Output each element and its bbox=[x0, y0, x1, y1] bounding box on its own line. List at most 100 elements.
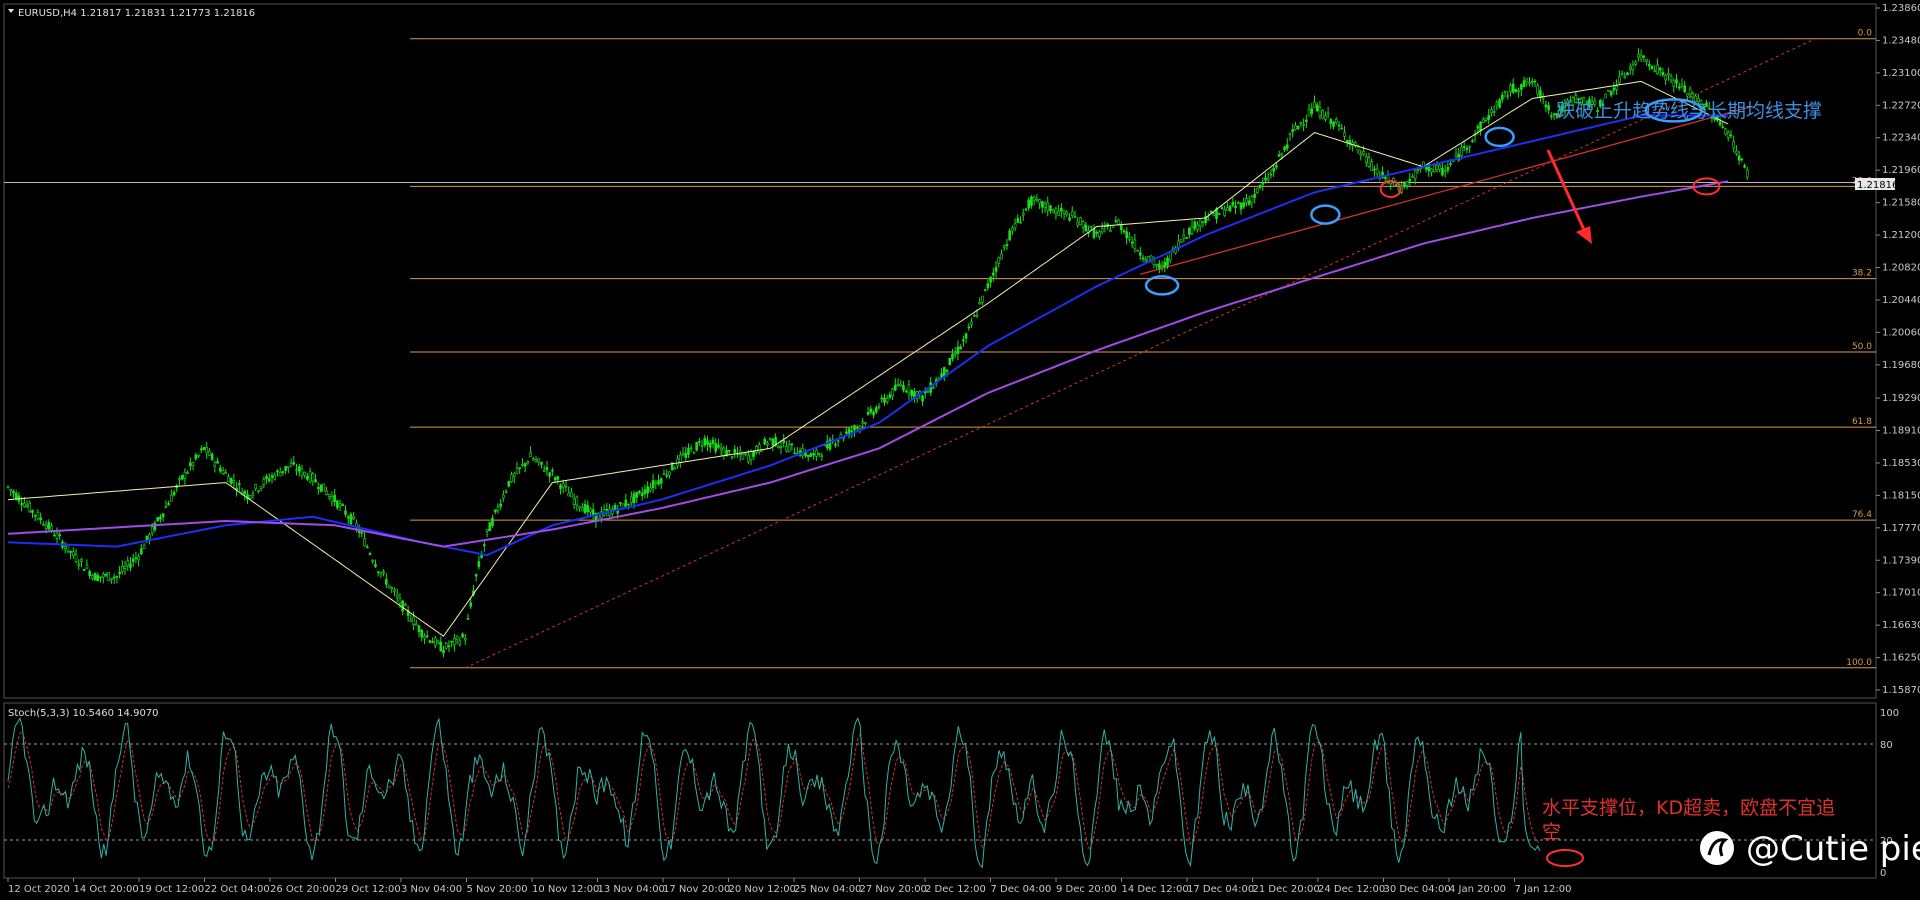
candle-body bbox=[866, 411, 870, 415]
candle-body bbox=[259, 486, 263, 489]
candle-body bbox=[1196, 224, 1199, 230]
candle-body bbox=[300, 468, 304, 476]
candle-body bbox=[360, 532, 364, 534]
candle-body bbox=[548, 472, 551, 477]
candle-body bbox=[1550, 115, 1553, 118]
candle-body bbox=[1413, 170, 1417, 179]
candle-body bbox=[744, 452, 747, 455]
candle-body bbox=[1130, 241, 1134, 244]
candle-body bbox=[943, 366, 946, 377]
candle-body bbox=[1424, 166, 1428, 170]
candle-body bbox=[1740, 158, 1744, 161]
time-tick-label: 26 Oct 20:00 bbox=[270, 884, 335, 895]
price-tick-label: 1.18910 bbox=[1882, 426, 1920, 437]
time-tick-label: 14 Dec 12:00 bbox=[1122, 884, 1189, 895]
candle-body bbox=[194, 454, 198, 459]
candle-body bbox=[1620, 73, 1624, 75]
candle-body bbox=[254, 484, 257, 489]
candle-body bbox=[365, 546, 369, 549]
candle-body bbox=[1403, 182, 1406, 187]
candle-body bbox=[1743, 165, 1746, 168]
candle-body bbox=[1095, 232, 1099, 234]
candle-body bbox=[1264, 177, 1267, 181]
candle-body bbox=[1408, 178, 1412, 182]
watermark-text: @Cutie pie bbox=[1746, 829, 1920, 869]
red-annotation-line2: 空 bbox=[1542, 821, 1561, 843]
candle-body bbox=[570, 491, 573, 498]
time-tick-label: 14 Oct 20:00 bbox=[74, 884, 139, 895]
candle-body bbox=[518, 467, 522, 469]
candle-body bbox=[1299, 122, 1303, 124]
candle-body bbox=[1008, 230, 1011, 241]
candle-body bbox=[205, 447, 208, 454]
candle-body bbox=[752, 451, 756, 457]
candle-body bbox=[189, 462, 192, 467]
candle-body bbox=[134, 557, 138, 560]
candle-body bbox=[1283, 146, 1286, 151]
candle-body bbox=[551, 469, 554, 472]
candle-body bbox=[1100, 227, 1104, 233]
candle-body bbox=[20, 503, 23, 506]
candle-body bbox=[167, 502, 170, 506]
candle-body bbox=[316, 487, 320, 489]
candle-body bbox=[69, 550, 72, 553]
candle-body bbox=[627, 503, 630, 506]
candle-body bbox=[1462, 146, 1466, 148]
candle-body bbox=[1326, 112, 1330, 115]
candle-body bbox=[1359, 153, 1363, 156]
candle-body bbox=[409, 619, 413, 622]
candle-body bbox=[545, 467, 549, 471]
candle-body bbox=[1060, 207, 1063, 212]
candle-body bbox=[1198, 219, 1202, 226]
candle-body bbox=[1277, 154, 1281, 157]
candle-body bbox=[1623, 76, 1627, 79]
candle-body bbox=[1476, 126, 1480, 129]
candle-body bbox=[1000, 253, 1003, 260]
candle-body bbox=[1193, 221, 1197, 229]
candle-body bbox=[1530, 81, 1534, 83]
candle-body bbox=[679, 454, 682, 464]
candle-body bbox=[442, 649, 445, 654]
candle-body bbox=[1688, 88, 1692, 95]
candle-body bbox=[1207, 218, 1210, 221]
candle-body bbox=[1324, 115, 1327, 120]
candle-body bbox=[319, 484, 323, 492]
candle-body bbox=[156, 517, 160, 522]
candle-body bbox=[613, 504, 617, 510]
candle-body bbox=[36, 511, 40, 520]
candle-body bbox=[858, 425, 862, 429]
candle-body bbox=[817, 453, 821, 455]
candle-body bbox=[583, 503, 587, 514]
candle-body bbox=[444, 642, 448, 649]
candle-body bbox=[1035, 198, 1039, 201]
candle-body bbox=[1168, 251, 1172, 261]
candle-body bbox=[227, 476, 230, 483]
candle-body bbox=[1128, 236, 1131, 240]
candle-body bbox=[861, 421, 864, 424]
candle-body bbox=[1076, 221, 1079, 226]
candle-body bbox=[1438, 164, 1442, 170]
weibo-like-logo-icon bbox=[1700, 831, 1734, 865]
candle-body bbox=[727, 449, 731, 452]
candle-body bbox=[341, 504, 345, 506]
candle-body bbox=[512, 473, 516, 477]
candle-body bbox=[1313, 101, 1316, 108]
candle-body bbox=[855, 426, 859, 429]
candle-body bbox=[273, 474, 277, 480]
candle-body bbox=[1041, 201, 1044, 208]
candle-body bbox=[989, 276, 992, 283]
candle-body bbox=[1680, 83, 1684, 87]
candle-body bbox=[1460, 147, 1463, 157]
candle-body bbox=[630, 496, 633, 503]
candle-body bbox=[1119, 225, 1123, 231]
candle-body bbox=[1661, 71, 1665, 76]
price-tick-label: 1.20060 bbox=[1882, 327, 1920, 338]
candle-body bbox=[387, 584, 391, 588]
candle-body bbox=[401, 600, 404, 612]
candle-body bbox=[1070, 211, 1074, 216]
candle-body bbox=[872, 411, 875, 416]
candle-body bbox=[219, 467, 222, 472]
candle-body bbox=[1212, 213, 1216, 217]
candle-body bbox=[809, 453, 813, 457]
candle-body bbox=[499, 503, 502, 507]
